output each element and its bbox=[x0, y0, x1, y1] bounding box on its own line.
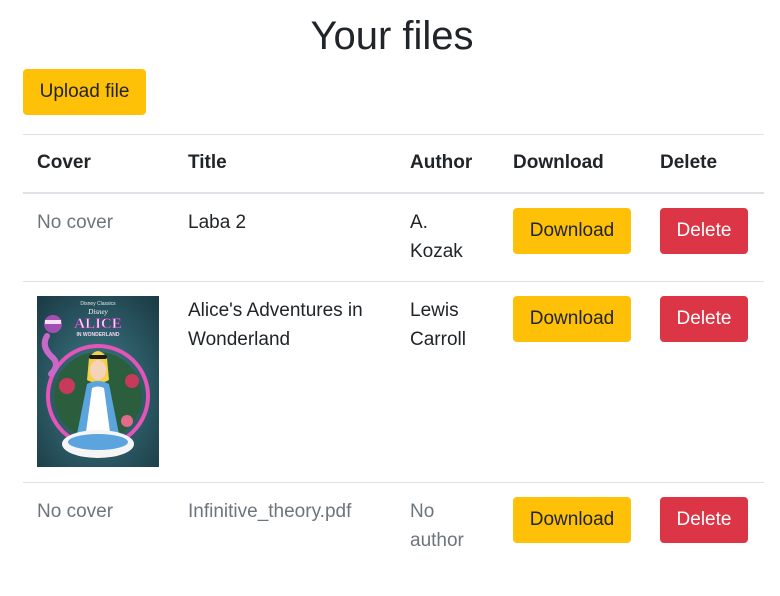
column-header-title: Title bbox=[174, 134, 396, 194]
table-row: No cover Infinitive_theory.pdf No author… bbox=[23, 482, 764, 572]
delete-cell: Delete bbox=[646, 281, 764, 483]
download-button[interactable]: Download bbox=[513, 497, 631, 543]
author-cell: A. Kozak bbox=[396, 192, 499, 282]
delete-button[interactable]: Delete bbox=[660, 296, 748, 342]
download-button[interactable]: Download bbox=[513, 296, 631, 342]
book-cover-image: Disney Classics Disney ALICE IN WONDERLA… bbox=[37, 296, 159, 467]
column-header-author: Author bbox=[396, 134, 499, 194]
cover-cell: No cover bbox=[23, 192, 174, 282]
column-header-cover: Cover bbox=[23, 134, 174, 194]
download-button[interactable]: Download bbox=[513, 207, 631, 254]
delete-cell: Delete bbox=[646, 482, 764, 572]
delete-button[interactable]: Delete bbox=[660, 207, 748, 254]
upload-file-button[interactable]: Upload file bbox=[23, 69, 146, 115]
page-title: Your files bbox=[310, 14, 474, 58]
table-header-row: Cover Title Author Download Delete bbox=[23, 134, 764, 194]
column-header-delete: Delete bbox=[646, 134, 764, 194]
title-cell: Alice's Adventures in Wonderland bbox=[174, 281, 396, 483]
author-cell: No author bbox=[396, 482, 499, 572]
cover-subtitle-text: IN WONDERLAND bbox=[76, 332, 119, 338]
download-cell: Download bbox=[499, 192, 646, 282]
column-header-download: Download bbox=[499, 134, 646, 194]
author-cell: Lewis Carroll bbox=[396, 281, 499, 483]
cover-cell: No cover bbox=[23, 482, 174, 572]
title-cell: Laba 2 bbox=[174, 192, 396, 282]
files-table: Cover Title Author Download Delete No co… bbox=[23, 134, 764, 572]
cover-title-text: ALICE bbox=[74, 316, 122, 332]
title-cell: Infinitive_theory.pdf bbox=[174, 482, 396, 572]
cover-cell: Disney Classics Disney ALICE IN WONDERLA… bbox=[23, 281, 174, 483]
table-row: No cover Laba 2 A. Kozak Download Delete bbox=[23, 192, 764, 282]
download-cell: Download bbox=[499, 281, 646, 483]
table-row: Disney Classics Disney ALICE IN WONDERLA… bbox=[23, 281, 764, 483]
delete-cell: Delete bbox=[646, 192, 764, 282]
cover-brand-text: Disney bbox=[87, 308, 108, 316]
delete-button[interactable]: Delete bbox=[660, 497, 748, 543]
cover-series-text: Disney Classics bbox=[80, 301, 116, 307]
download-cell: Download bbox=[499, 482, 646, 572]
